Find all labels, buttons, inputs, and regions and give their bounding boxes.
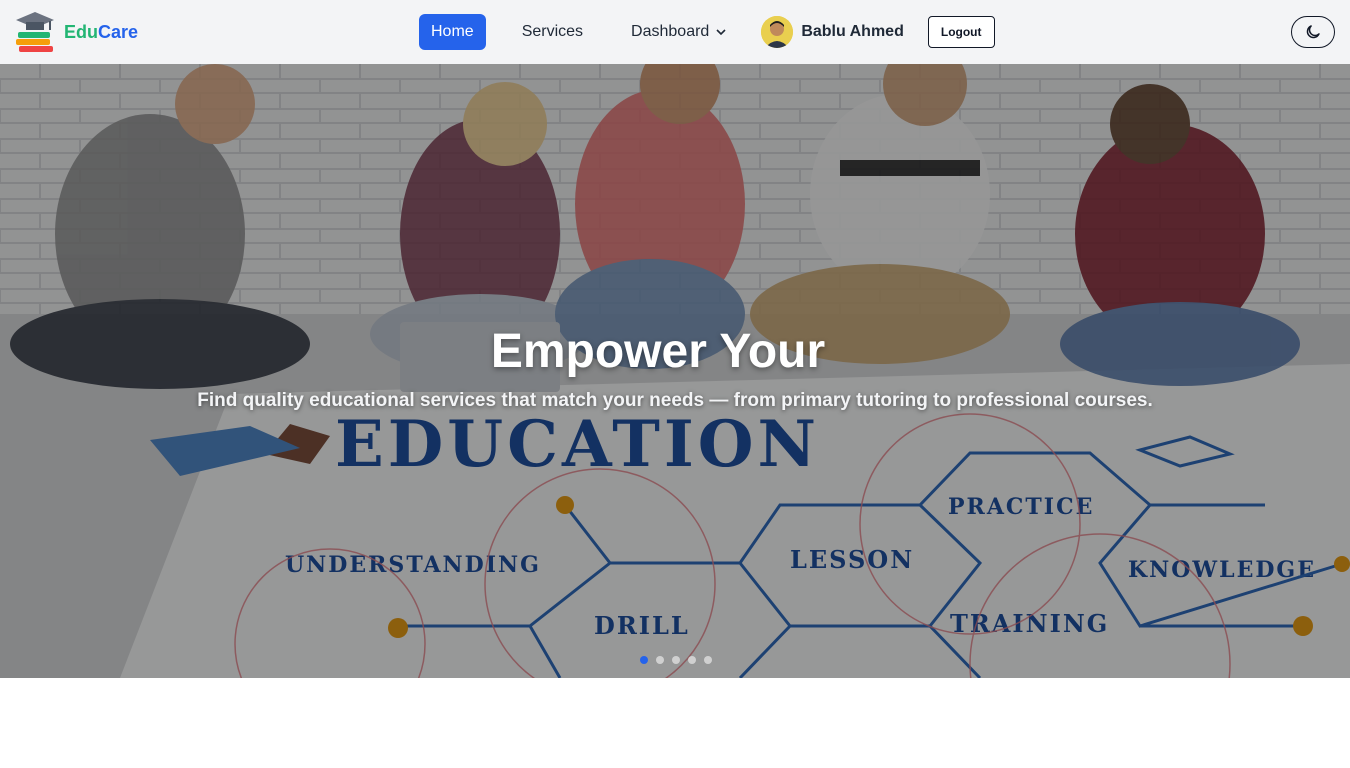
carousel-dot[interactable] xyxy=(688,656,696,664)
user-name: Bablu Ahmed xyxy=(801,23,904,40)
moon-icon xyxy=(1306,25,1320,39)
hero-title: Empower Your xyxy=(490,325,826,378)
hero-carousel: EDUCATION UNDERSTANDING DRILL LESSON PRA… xyxy=(0,64,1350,678)
hero-subtitle: Find quality educational services that m… xyxy=(197,390,1153,411)
carousel-dot[interactable] xyxy=(672,656,680,664)
nav-home-link[interactable]: Home xyxy=(419,14,486,50)
brand-logo-link[interactable]: EduCare xyxy=(14,10,138,54)
logout-button[interactable]: Logout xyxy=(927,16,995,48)
carousel-dot[interactable] xyxy=(656,656,664,664)
nav-dashboard-label: Dashboard xyxy=(631,23,710,40)
carousel-dot[interactable] xyxy=(704,656,712,664)
carousel-dot[interactable] xyxy=(640,656,648,664)
nav-links: Home Services Dashboard Bablu Ahmed Logo… xyxy=(419,14,995,50)
theme-toggle-button[interactable] xyxy=(1291,16,1335,48)
graduation-books-logo-icon xyxy=(16,12,54,52)
avatar xyxy=(761,16,794,48)
nav-services-link[interactable]: Services xyxy=(510,14,595,50)
user-profile[interactable]: Bablu Ahmed xyxy=(761,16,904,48)
brand-name-care: Care xyxy=(98,21,139,42)
carousel-pagination xyxy=(640,656,712,664)
brand-name: EduCare xyxy=(64,22,138,43)
chevron-down-icon xyxy=(716,29,726,36)
nav-dashboard-dropdown[interactable]: Dashboard xyxy=(619,14,739,50)
brand-name-edu: Edu xyxy=(64,21,98,42)
navbar: EduCare Home Services Dashboard Bablu Ah… xyxy=(0,0,1350,64)
